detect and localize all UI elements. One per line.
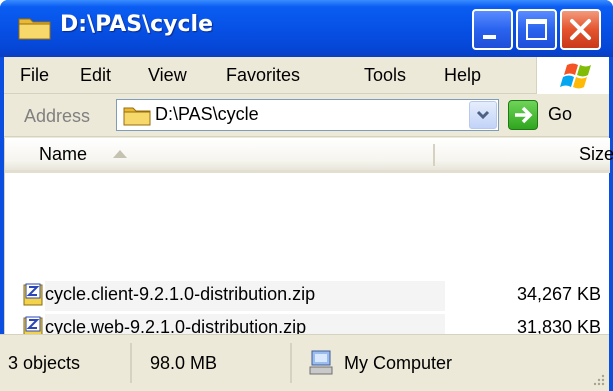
resize-grip-icon[interactable]: [590, 373, 606, 389]
menu-bar: File Edit View Favorites Tools Help: [4, 57, 609, 94]
go-label: Go: [548, 104, 573, 124]
address-label: Address: [24, 106, 91, 126]
menu-view[interactable]: View: [148, 65, 187, 86]
menu-favorites[interactable]: Favorites: [226, 65, 300, 86]
address-bar: Address D:\PAS\cycle Go: [4, 94, 609, 137]
go-arrow-icon: [508, 100, 538, 130]
folder-icon: [18, 18, 51, 40]
close-icon: [570, 19, 591, 40]
close-button[interactable]: [560, 9, 601, 50]
maximize-button[interactable]: [516, 9, 557, 50]
address-input[interactable]: D:\PAS\cycle: [116, 99, 499, 131]
menu-edit[interactable]: Edit: [80, 65, 111, 86]
zip-file-icon: [23, 283, 43, 306]
window-title: D:\PAS\cycle: [60, 12, 213, 37]
windows-flag-icon: [560, 63, 591, 89]
status-object-count: 3 objects: [8, 353, 81, 373]
sort-ascending-icon: [113, 150, 127, 158]
menu-help[interactable]: Help: [444, 65, 481, 86]
title-bar[interactable]: D:\PAS\cycle: [0, 0, 613, 57]
status-bar: 3 objects 98.0 MB My Computer: [0, 334, 609, 391]
status-location: My Computer: [344, 353, 453, 373]
menu-tools[interactable]: Tools: [364, 65, 406, 86]
file-size: 34,267 KB: [517, 284, 602, 304]
folder-icon: [123, 107, 151, 126]
column-header-size[interactable]: Size: [579, 144, 613, 165]
status-divider: [130, 343, 132, 383]
explorer-window: D:\PAS\cycle File Edit View Favorites To…: [0, 0, 613, 391]
column-divider[interactable]: [433, 144, 435, 166]
column-header-name[interactable]: Name: [39, 144, 87, 165]
file-row[interactable]: cycle.client-9.2.1.0-distribution.zip 34…: [21, 281, 610, 311]
my-computer-icon: [309, 350, 333, 375]
status-divider: [290, 343, 292, 383]
status-total-size: 98.0 MB: [150, 353, 218, 373]
column-header-row: Name Size: [5, 138, 613, 173]
file-list[interactable]: Name Size cycle.client-9.2.1.0-distribut…: [4, 138, 613, 359]
maximize-icon: [526, 19, 547, 40]
minimize-icon: [483, 35, 496, 39]
menu-file[interactable]: File: [20, 65, 49, 86]
go-button[interactable]: Go: [508, 100, 588, 130]
address-dropdown-button[interactable]: [469, 101, 497, 129]
file-name: cycle.client-9.2.1.0-distribution.zip: [45, 284, 326, 305]
address-value: D:\PAS\cycle: [155, 104, 259, 124]
windows-logo: [536, 57, 609, 94]
minimize-button[interactable]: [472, 9, 513, 50]
chevron-down-icon: [476, 110, 490, 120]
